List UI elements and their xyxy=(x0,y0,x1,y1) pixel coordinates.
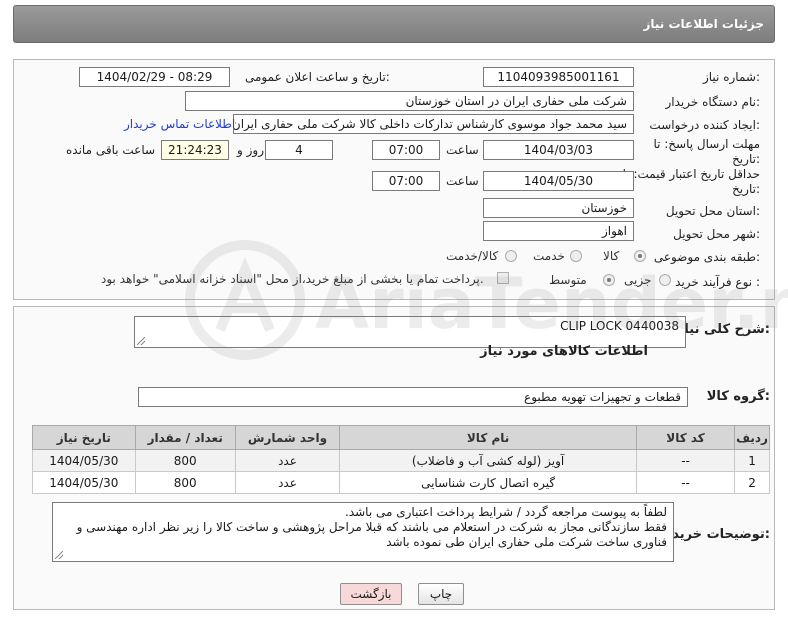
process-minor-label: جزیی xyxy=(624,273,652,287)
buyer-notes-line: فناوری ساخت شرکت ملی حفاری ایران طی نمود… xyxy=(386,535,667,549)
category-goods-radio[interactable] xyxy=(634,250,646,262)
page-title: جزئیات اطلاعات نیاز xyxy=(643,17,764,31)
print-button[interactable]: چاپ xyxy=(418,583,464,605)
category-both-label: کالا/خدمت xyxy=(446,249,499,263)
goods-info-heading: اطلاعات کالاهای مورد نیاز xyxy=(480,344,648,359)
price-validity-label: حداقل تاریخ اعتبار قیمت: تا تاریخ: xyxy=(622,167,760,196)
category-service-label: خدمت xyxy=(533,249,565,263)
cell-row: 1 xyxy=(734,449,770,472)
goods-group-field: قطعات و تجهیزات تهویه مطبوع xyxy=(138,387,688,407)
requester-field: سید محمد جواد موسوی کارشناس تدارکات داخل… xyxy=(233,114,634,134)
title-bar: جزئیات اطلاعات نیاز xyxy=(13,5,775,43)
col-need-date: تاریخ نیاز xyxy=(32,425,136,450)
goods-group-label: گروه کالا: xyxy=(706,389,770,404)
requester-label: ایجاد کننده درخواست: xyxy=(649,118,760,132)
cell-need-date: 1404/05/30 xyxy=(32,471,136,494)
delivery-province-label: استان محل تحویل: xyxy=(665,204,760,218)
resize-grip-icon[interactable] xyxy=(55,551,63,559)
cell-row: 2 xyxy=(734,471,770,494)
buyer-notes-line: فقط سازندگانی مجاز به شرکت در استعلام می… xyxy=(76,520,667,534)
buyer-org-field: شرکت ملی حفاری ایران در استان خوزستان xyxy=(185,91,634,111)
process-medium-label: متوسط xyxy=(549,273,587,287)
buyer-contact-link[interactable]: اطلاعات تماس خریدار xyxy=(124,117,235,131)
price-validity-date-field: 1404/05/30 xyxy=(483,171,634,191)
category-service-radio[interactable] xyxy=(570,250,582,262)
table-row[interactable]: 1404/05/30 800 عدد گیره اتصال کارت شناسا… xyxy=(32,471,770,494)
reply-deadline-label: مهلت ارسال پاسخ: تا تاریخ: xyxy=(653,137,760,166)
process-minor-radio[interactable] xyxy=(659,274,671,286)
cell-item-name: آویز (لوله کشی آب و فاضلاب) xyxy=(339,449,638,472)
cell-item-name: گیره اتصال کارت شناسایی xyxy=(339,471,638,494)
col-row: ردیف xyxy=(734,425,770,450)
category-both-radio[interactable] xyxy=(505,250,517,262)
delivery-city-label: شهر محل تحویل: xyxy=(673,227,760,241)
cell-unit: عدد xyxy=(234,471,341,494)
announce-datetime-field: 1404/02/29 - 08:29 xyxy=(79,67,230,87)
remaining-time-field: 21:24:23 xyxy=(161,140,229,160)
price-validity-time-field: 07:00 xyxy=(372,171,440,191)
col-quantity: تعداد / مقدار xyxy=(134,425,236,450)
reply-deadline-date-field: 1404/03/03 xyxy=(483,140,634,160)
remaining-time-label: ساعت باقی مانده xyxy=(66,143,156,157)
col-item-name: نام کالا xyxy=(339,425,638,450)
treasury-payment-checkbox[interactable] xyxy=(497,272,509,284)
remaining-days-field: 4 xyxy=(265,140,333,160)
table-row[interactable]: 1404/05/30 800 عدد آویز (لوله کشی آب و ف… xyxy=(32,449,770,472)
col-item-code: کد کالا xyxy=(636,425,736,450)
cell-unit: عدد xyxy=(234,449,341,472)
process-type-label: نوع فرآیند خرید : xyxy=(675,275,760,289)
need-number-label: شماره نیاز: xyxy=(702,70,760,84)
days-label: روز و xyxy=(237,143,264,157)
cell-need-date: 1404/05/30 xyxy=(32,449,136,472)
announce-datetime-label: تاریخ و ساعت اعلان عمومی: xyxy=(245,70,390,84)
treasury-payment-note: پرداخت تمام یا بخشی از مبلغ خرید،از محل … xyxy=(101,272,484,286)
price-validity-time-label: ساعت xyxy=(446,174,479,188)
cell-quantity: 800 xyxy=(134,449,236,472)
resize-grip-icon[interactable] xyxy=(137,337,145,345)
delivery-province-field: خوزستان xyxy=(483,198,634,218)
delivery-city-field: اهواز xyxy=(483,221,634,241)
category-goods-label: کالا xyxy=(603,249,620,263)
process-medium-radio[interactable] xyxy=(603,274,615,286)
buyer-notes-line: لطفاً به پیوست مراجعه گردد / شرایط پرداخ… xyxy=(345,505,667,519)
need-number-field: 1104093985001161 xyxy=(483,67,634,87)
category-label: طبقه بندی موضوعی: xyxy=(653,250,760,264)
back-button[interactable]: بازگشت xyxy=(340,583,402,605)
cell-item-code: -- xyxy=(636,471,736,494)
cell-quantity: 800 xyxy=(134,471,236,494)
buyer-org-label: نام دستگاه خریدار: xyxy=(665,95,761,109)
need-description-label: شرح کلی نیاز: xyxy=(676,322,770,337)
reply-deadline-time-label: ساعت xyxy=(446,143,479,157)
buyer-notes-field: لطفاً به پیوست مراجعه گردد / شرایط پرداخ… xyxy=(52,502,674,562)
need-description-text: CLIP LOCK 0440038 xyxy=(560,319,679,333)
col-unit: واحد شمارش xyxy=(234,425,341,450)
items-table: تاریخ نیاز تعداد / مقدار واحد شمارش نام … xyxy=(32,425,770,494)
table-header-row: تاریخ نیاز تعداد / مقدار واحد شمارش نام … xyxy=(32,425,770,450)
cell-item-code: -- xyxy=(636,449,736,472)
buyer-notes-label: توضیحات خریدار: xyxy=(660,527,770,542)
reply-deadline-time-field: 07:00 xyxy=(372,140,440,160)
